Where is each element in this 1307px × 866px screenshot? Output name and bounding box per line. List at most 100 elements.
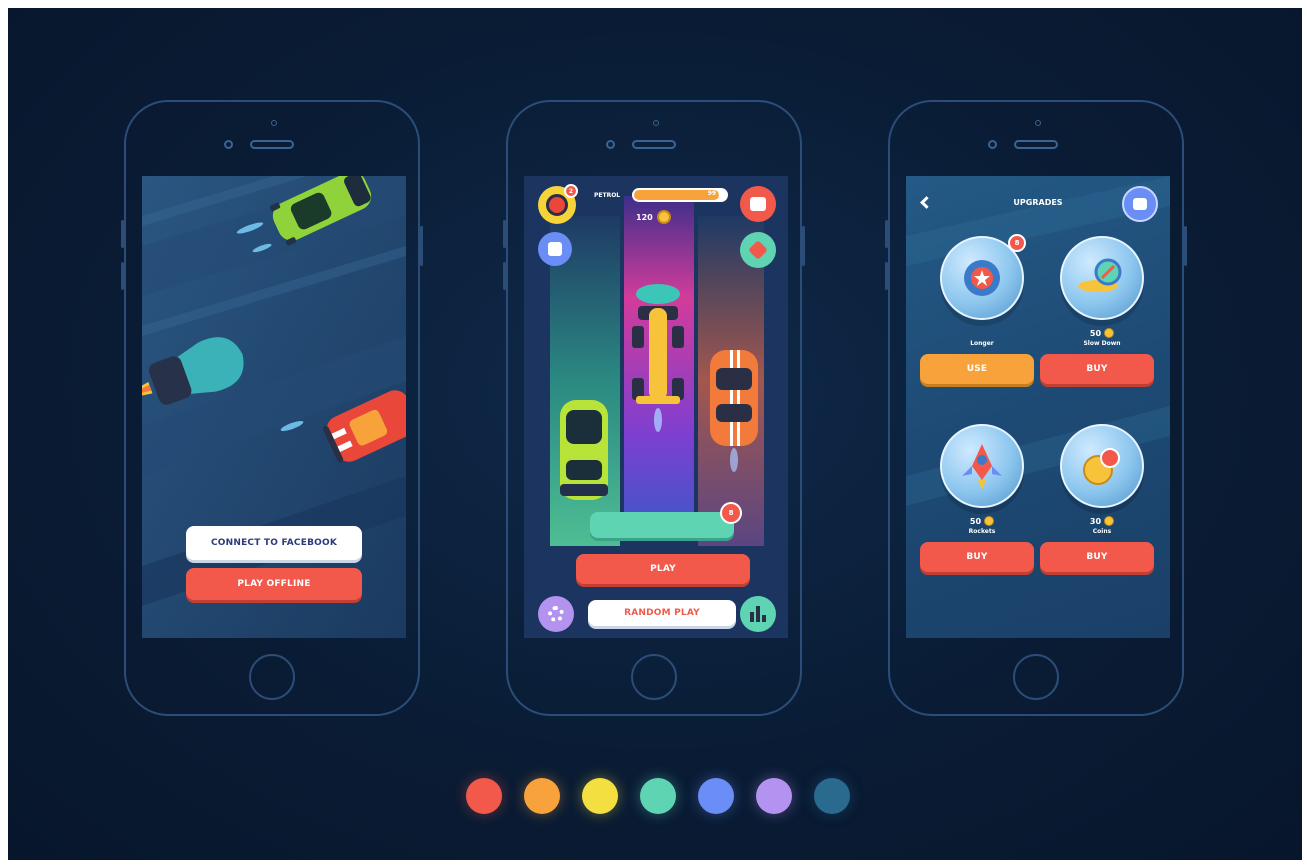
- garage-icon: [548, 242, 562, 256]
- speaker-grille: [632, 140, 676, 149]
- power-button: [802, 226, 805, 266]
- buy-button[interactable]: BUY: [1040, 354, 1154, 384]
- color-swatch: [524, 778, 560, 814]
- upgrade-badge: 8: [1008, 234, 1026, 252]
- snail-icon: [1078, 258, 1122, 292]
- petrol-meter: 99 L: [632, 188, 728, 202]
- petrol-value: 99 L: [707, 190, 722, 197]
- volume-button: [885, 220, 888, 248]
- connect-facebook-label: CONNECT TO FACEBOOK: [210, 538, 338, 548]
- front-camera: [988, 140, 997, 149]
- leaderboard-button[interactable]: [740, 596, 776, 632]
- volume-button: [503, 262, 506, 290]
- screen-login: CONNECT TO FACEBOOK PLAY OFFLINE: [142, 176, 406, 638]
- mystery-badge-count: 8: [728, 509, 734, 517]
- upgrade-card: 8 Longer USE: [920, 234, 1034, 406]
- upgrade-name: Slow Down: [1083, 340, 1121, 347]
- screen-upgrades: UPGRADES 8 Longer USE 50 Slow Down BUY 50 Rocke…: [906, 176, 1170, 638]
- upgrade-price: 50: [1054, 328, 1150, 338]
- avatar: [546, 194, 568, 216]
- color-swatch: [814, 778, 850, 814]
- color-swatch: [640, 778, 676, 814]
- shop-button[interactable]: [740, 186, 776, 222]
- upgrade-bubble[interactable]: [1060, 424, 1144, 508]
- speaker-grille: [1014, 140, 1058, 149]
- upgrade-price: 30: [1054, 516, 1150, 526]
- volume-button: [121, 220, 124, 248]
- use-button[interactable]: USE: [920, 354, 1034, 384]
- notification-badge: 2: [564, 184, 578, 198]
- play-offline-button[interactable]: PLAY OFFLINE: [186, 568, 362, 600]
- play-offline-label: PLAY OFFLINE: [237, 579, 311, 589]
- settings-button[interactable]: [538, 596, 574, 632]
- speaker-grille: [250, 140, 294, 149]
- shop-icon: [750, 197, 766, 211]
- random-play-button[interactable]: RANDOM PLAY: [588, 600, 736, 626]
- upgrade-bubble[interactable]: [940, 424, 1024, 508]
- phone-game: 2 PETROL 99 L 120 8 PLAY RANDOM PLAY: [503, 100, 805, 716]
- buy-label: BUY: [1086, 552, 1108, 562]
- use-label: USE: [966, 364, 988, 374]
- home-button: [631, 654, 677, 700]
- avatar-badge-count: 2: [568, 187, 574, 195]
- rocket-icon: [962, 444, 1002, 490]
- petrol-label: PETROL: [594, 192, 621, 199]
- upgrade-card: 50 Slow Down BUY: [1040, 236, 1154, 406]
- coin-icon: [1104, 516, 1115, 526]
- volume-button: [121, 262, 124, 290]
- power-button: [420, 226, 423, 266]
- sensor-dot: [271, 120, 277, 126]
- sensor-dot: [1035, 120, 1041, 126]
- buy-button[interactable]: BUY: [920, 542, 1034, 572]
- petrol-fill: [634, 190, 719, 200]
- upgrade-price-value: 30: [1089, 516, 1102, 526]
- target-button[interactable]: [740, 232, 776, 268]
- screen-game: 2 PETROL 99 L 120 8 PLAY RANDOM PLAY: [524, 176, 788, 638]
- color-palette: [8, 776, 1302, 816]
- buy-button[interactable]: BUY: [1040, 542, 1154, 572]
- home-button: [249, 654, 295, 700]
- connect-facebook-button[interactable]: CONNECT TO FACEBOOK: [186, 526, 362, 560]
- coin-icon: [1104, 328, 1115, 338]
- front-camera: [224, 140, 233, 149]
- color-swatch: [698, 778, 734, 814]
- shield-icon: [964, 260, 1000, 296]
- upgrade-bubble[interactable]: [1060, 236, 1144, 320]
- play-button[interactable]: PLAY: [576, 554, 750, 584]
- leaderboard-icon: [750, 606, 766, 622]
- color-swatch: [582, 778, 618, 814]
- upgrade-price-value: 50: [969, 516, 982, 526]
- presentation-canvas: CONNECT TO FACEBOOK PLAY OFFLINE 2 PETRO…: [8, 8, 1302, 860]
- buy-label: BUY: [966, 552, 988, 562]
- home-button: [1013, 654, 1059, 700]
- coin-icon: [656, 210, 671, 224]
- coin-icon: [984, 516, 995, 526]
- upgrade-price: 50: [934, 516, 1030, 526]
- coin-count: 120: [636, 212, 653, 222]
- volume-button: [885, 262, 888, 290]
- phone-upgrades: UPGRADES 8 Longer USE 50 Slow Down BUY 50 Rocke…: [885, 100, 1187, 716]
- upgrade-price-value: 50: [1089, 328, 1102, 338]
- upgrade-name: Rockets: [968, 528, 996, 535]
- mystery-button[interactable]: [590, 512, 734, 538]
- upgrade-card: 30 Coins BUY: [1040, 424, 1154, 594]
- garage-button[interactable]: [538, 232, 572, 266]
- color-swatch: [466, 778, 502, 814]
- power-button: [1184, 226, 1187, 266]
- mystery-badge: 8: [720, 502, 742, 524]
- gear-icon: [548, 606, 564, 622]
- shop-button[interactable]: [1122, 186, 1158, 222]
- color-swatch: [756, 778, 792, 814]
- avatar-button[interactable]: 2: [538, 184, 578, 224]
- shop-icon: [1133, 198, 1147, 210]
- buy-label: BUY: [1086, 364, 1108, 374]
- front-camera: [606, 140, 615, 149]
- lime-car: [560, 400, 608, 500]
- volume-button: [503, 220, 506, 248]
- play-label: PLAY: [650, 564, 676, 574]
- upgrade-card: 50 Rockets BUY: [920, 424, 1034, 594]
- coins-icon: [1083, 448, 1120, 485]
- target-icon: [748, 240, 768, 260]
- phone-login: CONNECT TO FACEBOOK PLAY OFFLINE: [121, 100, 423, 716]
- coin-counter: 120: [636, 210, 671, 224]
